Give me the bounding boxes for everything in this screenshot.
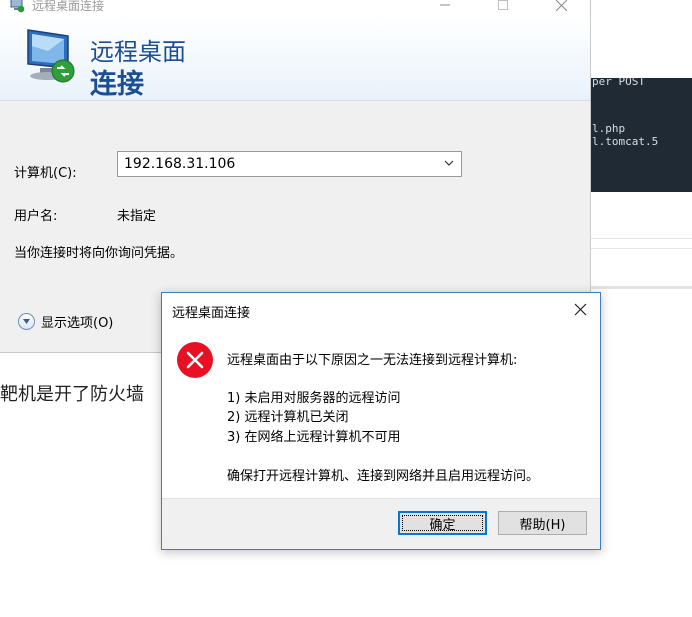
ok-button[interactable]: 确定 <box>398 511 487 535</box>
rdp-app-icon <box>10 0 25 13</box>
close-window-button[interactable] <box>538 0 584 16</box>
terminal-line: per POST <box>592 78 645 88</box>
close-icon <box>555 0 567 11</box>
help-button[interactable]: 帮助(H) <box>498 511 587 535</box>
background-page-text: 靶机是开了防火墙 <box>0 384 144 405</box>
rdp-header: 远程桌面 连接 <box>0 16 590 101</box>
rdp-window-title: 远程桌面连接 <box>32 0 105 13</box>
maximize-button[interactable] <box>480 0 526 16</box>
error-intro: 远程桌面由于以下原因之一无法连接到远程计算机: <box>227 353 518 368</box>
error-dialog: 远程桌面连接 远程桌面由于以下原因之一无法连接到远程计算机: 1) 未启用对服务… <box>161 292 601 550</box>
dialog-title: 远程桌面连接 <box>172 306 251 321</box>
terminal-line: l.php <box>592 122 626 135</box>
computer-value: 192.168.31.106 <box>124 156 236 172</box>
username-value: 未指定 <box>117 209 157 224</box>
terminal-line: l.tomcat.5 <box>592 135 659 148</box>
show-options-toggle[interactable]: 显示选项(O) <box>18 312 113 331</box>
maximize-icon <box>498 0 508 10</box>
close-icon <box>574 303 586 315</box>
minimize-button[interactable] <box>422 0 468 16</box>
background-divider <box>590 286 692 289</box>
expand-options-icon <box>18 313 35 330</box>
error-reason: 2) 远程计算机已关闭 <box>227 410 349 425</box>
background-terminal-snippet: per POST l.php l.tomcat.5 <box>590 78 692 192</box>
chevron-down-icon[interactable] <box>443 157 455 169</box>
error-reason: 3) 在网络上远程计算机不可用 <box>227 430 401 445</box>
error-advice: 确保打开远程计算机、连接到网络并且启用远程访问。 <box>227 469 540 484</box>
background-divider <box>590 238 692 239</box>
rdp-titlebar: 远程桌面连接 <box>0 0 590 16</box>
remote-desktop-monitor-icon <box>27 29 75 83</box>
computer-label: 计算机(C): <box>14 166 77 181</box>
username-label: 用户名: <box>14 209 58 224</box>
dialog-close-button[interactable] <box>566 297 594 321</box>
background-divider <box>590 248 692 249</box>
computer-combobox[interactable]: 192.168.31.106 <box>117 151 462 177</box>
header-title-line2: 连接 <box>90 69 144 100</box>
error-reason: 1) 未启用对服务器的远程访问 <box>227 391 401 406</box>
error-icon <box>177 342 213 378</box>
credential-note: 当你连接时将向你询问凭据。 <box>14 246 184 261</box>
show-options-label: 显示选项(O) <box>41 316 114 331</box>
focus-rect <box>402 515 483 531</box>
dialog-footer: 确定 帮助(H) <box>162 498 600 549</box>
help-button-label: 帮助(H) <box>519 517 566 533</box>
minimize-icon <box>440 4 450 6</box>
